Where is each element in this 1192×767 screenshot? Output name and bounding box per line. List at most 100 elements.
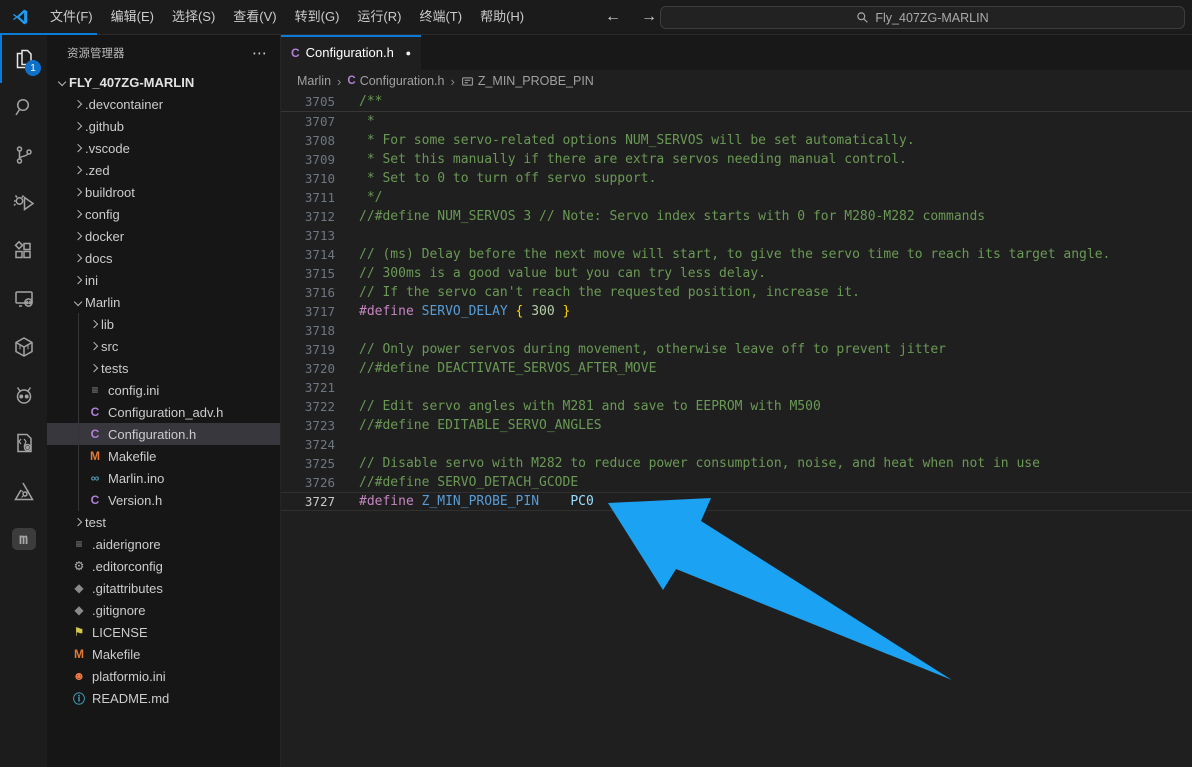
menu-item-1[interactable]: 编辑(E)	[102, 0, 163, 34]
code-line-3707[interactable]: 3707 *	[281, 112, 1192, 131]
tree-item--gitignore[interactable]: ◆.gitignore	[47, 599, 280, 621]
tree-item--zed[interactable]: .zed	[47, 159, 280, 181]
menu-item-0[interactable]: 文件(F)	[41, 0, 102, 34]
tree-item-platformio-ini[interactable]: ☻platformio.ini	[47, 665, 280, 687]
breadcrumb-item-0[interactable]: Marlin	[297, 74, 331, 88]
code-text: //#define NUM_SERVOS 3 // Note: Servo in…	[335, 209, 985, 224]
activity-run-debug-icon[interactable]	[0, 179, 47, 227]
tree-item-docs[interactable]: docs	[47, 247, 280, 269]
tree-item-src[interactable]: src	[47, 335, 280, 357]
tree-item-marlin-ino[interactable]: ∞Marlin.ino	[47, 467, 280, 489]
activity-remote-explorer-icon[interactable]	[0, 275, 47, 323]
breadcrumb-label: Z_MIN_PROBE_PIN	[478, 74, 594, 88]
code-line-3725[interactable]: 3725// Disable servo with M282 to reduce…	[281, 454, 1192, 473]
breadcrumb-item-2[interactable]: Z_MIN_PROBE_PIN	[461, 74, 594, 88]
license-file-icon: ⚑	[71, 625, 87, 639]
tab-configuration-h[interactable]: C Configuration.h ●	[281, 35, 421, 70]
command-center-search[interactable]: Fly_407ZG-MARLIN	[660, 6, 1185, 29]
explorer-title: 资源管理器	[67, 45, 125, 61]
code-line-3717[interactable]: 3717#define SERVO_DELAY { 300 }	[281, 302, 1192, 321]
line-number: 3718	[281, 323, 335, 338]
code-line-3719[interactable]: 3719// Only power servos during movement…	[281, 340, 1192, 359]
explorer-sidebar: 资源管理器 ⋯ FLY_407ZG-MARLIN.devcontainer .gi…	[47, 35, 281, 767]
code-line-3712[interactable]: 3712//#define NUM_SERVOS 3 // Note: Serv…	[281, 207, 1192, 226]
line-number: 3720	[281, 361, 335, 376]
line-number: 3724	[281, 437, 335, 452]
activity-lint-triangle-icon[interactable]	[0, 467, 47, 515]
chevron-right-icon	[71, 101, 85, 107]
tree-item-marlin[interactable]: Marlin	[47, 291, 280, 313]
code-line-3711[interactable]: 3711 */	[281, 188, 1192, 207]
code-line-3721[interactable]: 3721	[281, 378, 1192, 397]
menu-item-3[interactable]: 查看(V)	[224, 0, 285, 34]
info-file-icon: ⓘ	[71, 690, 87, 707]
tree-item-label: .github	[85, 119, 124, 134]
c-file-icon: C	[87, 493, 103, 507]
sticky-code-line[interactable]: 3705/**	[281, 92, 1192, 112]
code-area[interactable]: 3705/**3707 *3708 * For some servo-relat…	[281, 92, 1192, 767]
code-text: #define Z_MIN_PROBE_PIN PC0	[335, 494, 594, 509]
code-line-3710[interactable]: 3710 * Set to 0 to turn off servo suppor…	[281, 169, 1192, 188]
code-line-3709[interactable]: 3709 * Set this manually if there are ex…	[281, 150, 1192, 169]
tree-item-fly-407zg-marlin[interactable]: FLY_407ZG-MARLIN	[47, 71, 280, 93]
menu-item-2[interactable]: 选择(S)	[163, 0, 224, 34]
code-line-3716[interactable]: 3716// If the servo can't reach the requ…	[281, 283, 1192, 302]
menu-item-7[interactable]: 帮助(H)	[471, 0, 533, 34]
menu-item-5[interactable]: 运行(R)	[348, 0, 410, 34]
tree-item-makefile[interactable]: MMakefile	[47, 445, 280, 467]
tree-item-config[interactable]: config	[47, 203, 280, 225]
line-number: 3707	[281, 114, 335, 129]
code-line-3714[interactable]: 3714// (ms) Delay before the next move w…	[281, 245, 1192, 264]
tree-item-tests[interactable]: tests	[47, 357, 280, 379]
nav-forward-button[interactable]: →	[641, 8, 657, 26]
tree-item-test[interactable]: test	[47, 511, 280, 533]
code-line-3723[interactable]: 3723//#define EDITABLE_SERVO_ANGLES	[281, 416, 1192, 435]
tree-item-readme-md[interactable]: ⓘREADME.md	[47, 687, 280, 709]
activity-source-control-icon[interactable]	[0, 131, 47, 179]
tree-item-version-h[interactable]: CVersion.h	[47, 489, 280, 511]
nav-back-button[interactable]: ←	[605, 8, 621, 26]
tree-item-configuration-h[interactable]: CConfiguration.h	[47, 423, 280, 445]
activity-code-settings-icon[interactable]	[0, 419, 47, 467]
code-line-3720[interactable]: 3720//#define DEACTIVATE_SERVOS_AFTER_MO…	[281, 359, 1192, 378]
activity-container-icon[interactable]	[0, 323, 47, 371]
tree-item--gitattributes[interactable]: ◆.gitattributes	[47, 577, 280, 599]
chevron-right-icon	[71, 189, 85, 195]
breadcrumb-separator: ›	[337, 74, 341, 89]
activity-m-logo-icon[interactable]: m	[0, 515, 47, 563]
tree-item-config-ini[interactable]: ≡config.ini	[47, 379, 280, 401]
breadcrumb: Marlin›CConfiguration.h›Z_MIN_PROBE_PIN	[281, 70, 1192, 92]
menu-item-4[interactable]: 转到(G)	[286, 0, 349, 34]
tree-item--aiderignore[interactable]: ≡.aiderignore	[47, 533, 280, 555]
code-line-3722[interactable]: 3722// Edit servo angles with M281 and s…	[281, 397, 1192, 416]
activity-platformio-icon[interactable]	[0, 371, 47, 419]
menu-item-6[interactable]: 终端(T)	[410, 0, 471, 34]
tree-item-ini[interactable]: ini	[47, 269, 280, 291]
code-line-3726[interactable]: 3726//#define SERVO_DETACH_GCODE	[281, 473, 1192, 492]
line-number: 3722	[281, 399, 335, 414]
breadcrumb-item-1[interactable]: CConfiguration.h	[347, 74, 444, 88]
tree-item-label: tests	[101, 361, 128, 376]
activity-extensions-icon[interactable]	[0, 227, 47, 275]
tree-item--github[interactable]: .github	[47, 115, 280, 137]
tree-item--editorconfig[interactable]: ⚙.editorconfig	[47, 555, 280, 577]
tree-item--devcontainer[interactable]: .devcontainer	[47, 93, 280, 115]
code-line-3715[interactable]: 3715// 300ms is a good value but you can…	[281, 264, 1192, 283]
tree-item-buildroot[interactable]: buildroot	[47, 181, 280, 203]
code-line-3724[interactable]: 3724	[281, 435, 1192, 454]
tree-item-makefile[interactable]: MMakefile	[47, 643, 280, 665]
tree-item-configuration-adv-h[interactable]: CConfiguration_adv.h	[47, 401, 280, 423]
search-icon	[856, 11, 869, 24]
code-line-3718[interactable]: 3718	[281, 321, 1192, 340]
tree-item-lib[interactable]: lib	[47, 313, 280, 335]
activity-search-icon[interactable]	[0, 83, 47, 131]
code-line-3727[interactable]: 3727#define Z_MIN_PROBE_PIN PC0	[281, 492, 1192, 511]
tree-item--vscode[interactable]: .vscode	[47, 137, 280, 159]
tree-item-license[interactable]: ⚑LICENSE	[47, 621, 280, 643]
code-line-3713[interactable]: 3713	[281, 226, 1192, 245]
line-number: 3705	[281, 94, 335, 109]
code-line-3708[interactable]: 3708 * For some servo-related options NU…	[281, 131, 1192, 150]
more-actions-icon[interactable]: ⋯	[252, 44, 268, 62]
activity-explorer-icon[interactable]: 1	[0, 35, 47, 83]
tree-item-docker[interactable]: docker	[47, 225, 280, 247]
